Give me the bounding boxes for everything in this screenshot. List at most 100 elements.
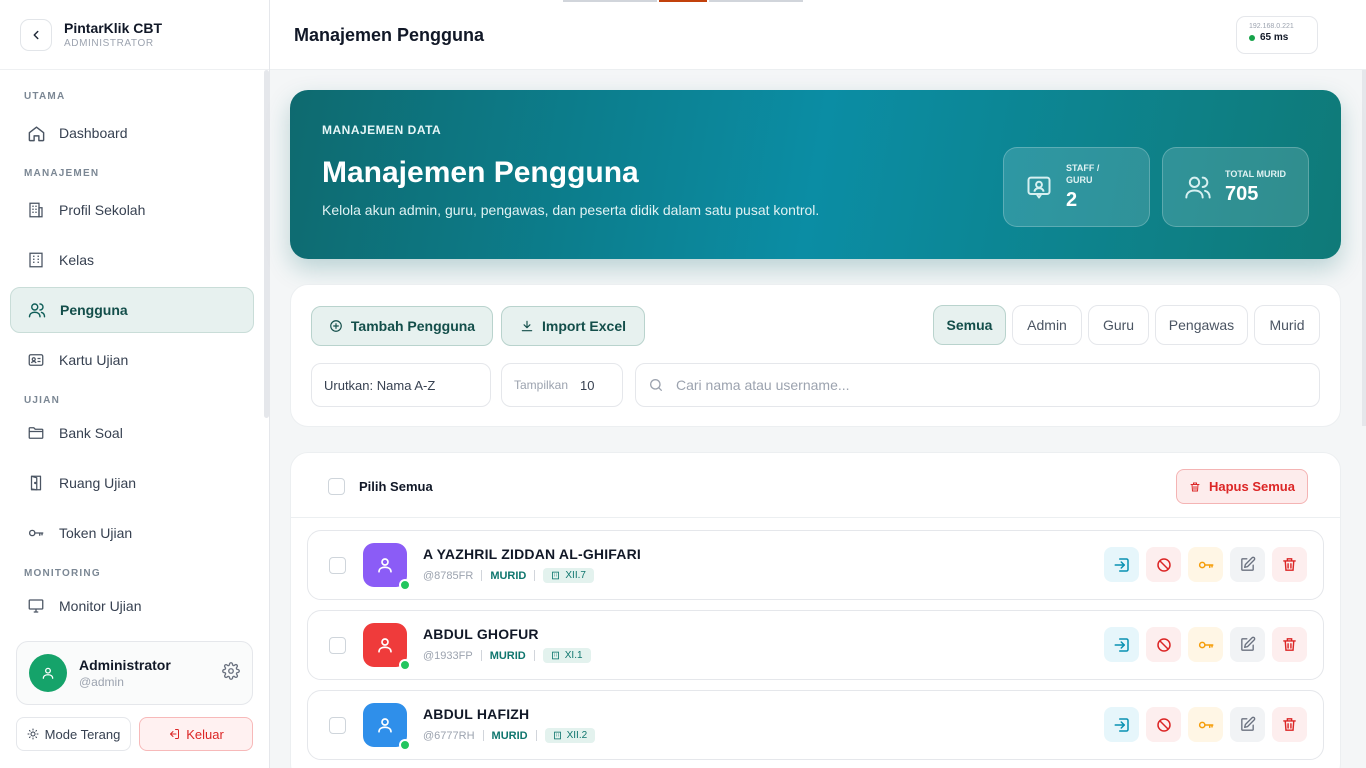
download-icon xyxy=(521,320,533,332)
page-size-select[interactable]: Tampilkan 10 xyxy=(501,363,623,407)
user-role: MURID xyxy=(491,729,528,742)
sun-icon xyxy=(27,728,39,740)
avatar xyxy=(363,703,411,751)
row-checkbox[interactable] xyxy=(329,717,346,734)
login-as-button[interactable] xyxy=(1104,707,1139,742)
avatar xyxy=(363,543,411,591)
logout-button[interactable]: Keluar xyxy=(139,717,253,751)
building-icon xyxy=(553,731,561,740)
users-icon xyxy=(27,300,47,320)
sort-select[interactable]: Urutkan: Nama A-Z xyxy=(311,363,491,407)
login-as-button[interactable] xyxy=(1104,547,1139,582)
chevron-left-icon xyxy=(33,30,39,39)
section-label-monitoring: MONITORING xyxy=(24,568,101,579)
divider xyxy=(480,650,482,661)
row-checkbox[interactable] xyxy=(329,637,346,654)
online-status-dot xyxy=(399,579,411,591)
delete-all-button[interactable]: Hapus Semua xyxy=(1176,469,1308,504)
brand-header: PintarKlik CBT ADMINISTRATOR xyxy=(0,0,269,70)
trash-icon xyxy=(1283,718,1296,731)
hero-title: Manajemen Pengguna xyxy=(322,156,639,189)
block-user-button[interactable] xyxy=(1146,627,1181,662)
filter-tab-admin[interactable]: Admin xyxy=(1012,305,1082,345)
sidebar-item-dashboard[interactable]: Dashboard xyxy=(10,110,254,156)
key-icon xyxy=(1198,721,1213,728)
user-row[interactable]: ABDUL HAFIZH @6777RH MURID XII.2 xyxy=(307,690,1324,760)
edit-user-button[interactable] xyxy=(1230,547,1265,582)
search-field[interactable] xyxy=(635,363,1320,407)
class-badge-label: XII.7 xyxy=(565,570,586,581)
reset-password-button[interactable] xyxy=(1188,707,1223,742)
home-icon xyxy=(26,123,46,143)
sidebar: PintarKlik CBT ADMINISTRATOR UTAMA Dashb… xyxy=(0,0,270,768)
block-user-button[interactable] xyxy=(1146,547,1181,582)
select-all-checkbox[interactable] xyxy=(328,478,345,495)
divider xyxy=(481,570,483,581)
user-icon xyxy=(42,667,54,679)
stat-card-staff: STAFF / GURU 2 xyxy=(1003,147,1150,227)
sidebar-item-kartu-ujian[interactable]: Kartu Ujian xyxy=(10,337,254,383)
login-as-button[interactable] xyxy=(1104,627,1139,662)
gear-icon[interactable] xyxy=(222,661,240,685)
latency-value: 65 ms xyxy=(1260,32,1289,43)
edit-user-button[interactable] xyxy=(1230,627,1265,662)
user-icon xyxy=(378,558,392,573)
user-username: @1933FP xyxy=(423,649,473,662)
sidebar-item-label: Monitor Ujian xyxy=(59,598,142,614)
trash-icon xyxy=(1190,482,1200,491)
app-name: PintarKlik CBT xyxy=(64,20,163,36)
row-checkbox[interactable] xyxy=(329,557,346,574)
ban-icon xyxy=(1156,557,1171,572)
delete-user-button[interactable] xyxy=(1272,707,1307,742)
server-ip: 192.168.0.221 xyxy=(1249,23,1294,30)
reset-password-button[interactable] xyxy=(1188,547,1223,582)
user-role: MURID xyxy=(489,649,526,662)
sidebar-item-token-ujian[interactable]: Token Ujian xyxy=(10,510,254,556)
user-row[interactable]: A YAZHRIL ZIDDAN AL-GHIFARI @8785FR MURI… xyxy=(307,530,1324,600)
stat-label: TOTAL MURID xyxy=(1225,169,1286,179)
building-icon xyxy=(551,651,559,660)
user-icon xyxy=(378,718,392,733)
import-excel-button[interactable]: Import Excel xyxy=(501,306,645,346)
filter-tab-pengawas[interactable]: Pengawas xyxy=(1155,305,1248,345)
filter-tab-semua[interactable]: Semua xyxy=(933,305,1006,345)
user-list-panel: Pilih Semua Hapus Semua A YAZHRIL ZIDDAN… xyxy=(290,452,1341,768)
user-row[interactable]: ABDUL GHOFUR @1933FP MURID XI.1 xyxy=(307,610,1324,680)
sidebar-item-label: Kartu Ujian xyxy=(59,352,129,368)
delete-user-button[interactable] xyxy=(1272,627,1307,662)
main-scrollbar[interactable] xyxy=(1362,70,1366,426)
sidebar-scrollbar[interactable] xyxy=(264,70,269,418)
class-badge: XI.1 xyxy=(542,648,591,663)
sidebar-item-profil-sekolah[interactable]: Profil Sekolah xyxy=(10,187,254,233)
user-profile-card[interactable]: Administrator @admin xyxy=(16,641,253,705)
edit-user-button[interactable] xyxy=(1230,707,1265,742)
edit-icon xyxy=(1241,636,1256,651)
filter-panel: Tambah Pengguna Import Excel Semua Admin… xyxy=(290,284,1341,427)
sidebar-item-kelas[interactable]: Kelas xyxy=(10,237,254,283)
sidebar-item-pengguna[interactable]: Pengguna xyxy=(10,287,254,333)
sidebar-item-label: Pengguna xyxy=(60,302,128,318)
add-user-button[interactable]: Tambah Pengguna xyxy=(311,306,493,346)
page-size-value: 10 xyxy=(580,377,595,393)
sidebar-item-ruang-ujian[interactable]: Ruang Ujian xyxy=(10,460,254,506)
user-name: Administrator xyxy=(79,657,171,673)
sidebar-item-label: Bank Soal xyxy=(59,425,123,441)
back-button[interactable] xyxy=(20,18,52,51)
online-status-dot xyxy=(399,739,411,751)
delete-user-button[interactable] xyxy=(1272,547,1307,582)
sort-select-value: Urutkan: Nama A-Z xyxy=(324,377,436,393)
search-input[interactable] xyxy=(676,377,1276,393)
block-user-button[interactable] xyxy=(1146,707,1181,742)
stat-label: GURU xyxy=(1066,175,1093,185)
plus-circle-icon xyxy=(330,320,342,332)
filter-tab-guru[interactable]: Guru xyxy=(1088,305,1149,345)
filter-tab-murid[interactable]: Murid xyxy=(1254,305,1320,345)
user-name: A YAZHRIL ZIDDAN AL-GHIFARI xyxy=(423,546,641,562)
sidebar-item-bank-soal[interactable]: Bank Soal xyxy=(10,410,254,456)
user-username: @6777RH xyxy=(423,729,475,742)
divider xyxy=(534,570,536,581)
theme-mode-button[interactable]: Mode Terang xyxy=(16,717,131,751)
sidebar-item-monitor-ujian[interactable]: Monitor Ujian xyxy=(10,583,254,625)
reset-password-button[interactable] xyxy=(1188,627,1223,662)
select-all-label: Pilih Semua xyxy=(359,479,433,494)
